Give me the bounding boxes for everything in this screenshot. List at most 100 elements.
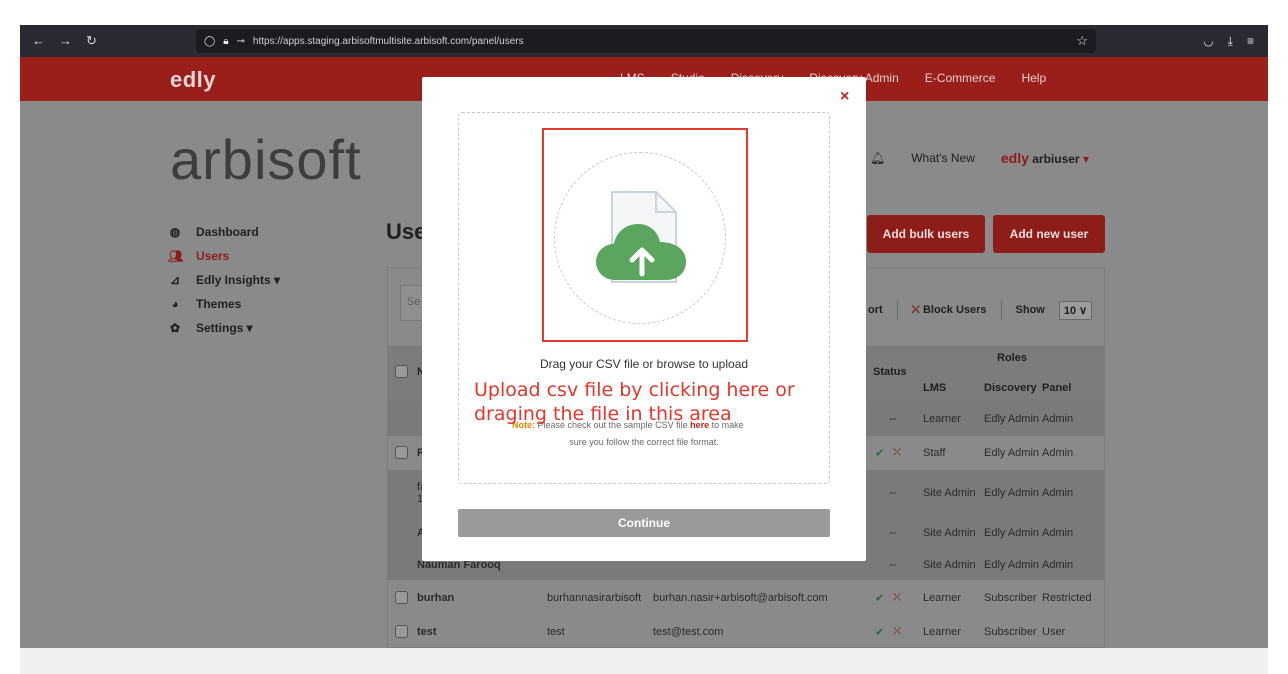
- status-cell: --: [889, 527, 897, 539]
- column-header-lms: LMS: [923, 382, 947, 394]
- drag-upload-text[interactable]: Drag your CSV file or browse to upload: [458, 357, 830, 371]
- edly-mini-logo: edly: [1000, 150, 1029, 166]
- sidebar-item-users[interactable]: 👥︎ Users: [168, 249, 280, 263]
- block-users-button[interactable]: ⛌ Block Users: [912, 304, 987, 317]
- arbisoft-logo: arbisoft: [170, 128, 362, 191]
- menu-icon[interactable]: ≡: [1247, 34, 1254, 49]
- name-cell[interactable]: burhan: [417, 592, 454, 604]
- panel-role-cell: Admin: [1042, 559, 1074, 571]
- status-cell: --: [889, 413, 897, 425]
- column-header-discovery: Discovery: [984, 382, 1037, 394]
- block-user-icon: ⛌: [911, 303, 920, 316]
- sidebar-item-settings[interactable]: ✿ Settings ▾: [168, 321, 280, 335]
- discovery-role-cell: Subscriber: [984, 625, 1037, 638]
- username-cell: burhannasirarbisoft: [547, 592, 642, 604]
- reload-icon[interactable]: ↻: [86, 33, 97, 49]
- add-bulk-users-button[interactable]: Add bulk users: [867, 215, 985, 253]
- username: arbiuser: [1032, 152, 1080, 166]
- address-bar[interactable]: ◯ 🔒︎ ⊸ https://apps.staging.arbisoftmult…: [196, 29, 1096, 53]
- row-checkbox[interactable]: [395, 625, 408, 638]
- column-header-status: Status: [873, 366, 907, 378]
- pocket-icon[interactable]: ◡: [1203, 34, 1213, 49]
- toolbar-divider: [1000, 300, 1002, 320]
- annotation-text: Upload csv file by clicking here or drag…: [474, 378, 795, 426]
- panel-role-cell: Admin: [1042, 527, 1074, 539]
- browser-toolbar: ← → ↻ ◯ 🔒︎ ⊸ https://apps.staging.arbiso…: [20, 25, 1268, 57]
- continue-button[interactable]: Continue: [458, 509, 830, 537]
- lms-role-cell: Learner: [923, 413, 961, 425]
- name-cell[interactable]: test: [417, 626, 437, 638]
- page-size-select[interactable]: 10 ∨: [1058, 300, 1093, 320]
- sidebar-item-label: Themes: [196, 297, 242, 311]
- close-icon[interactable]: ×: [840, 88, 849, 106]
- sidebar-item-themes[interactable]: ◕ Themes: [168, 297, 280, 311]
- add-new-user-button[interactable]: Add new user: [993, 215, 1105, 253]
- show-label: Show: [1015, 304, 1045, 316]
- annotation-line-1: Upload csv file by clicking here or: [474, 379, 795, 401]
- discovery-role-cell: Subscriber: [984, 592, 1037, 604]
- panel-role-cell: Admin: [1042, 487, 1074, 499]
- active-status-icon: ✔: [875, 592, 885, 605]
- toolbar-divider: [896, 300, 898, 320]
- status-cell: --: [889, 487, 897, 499]
- panel-role-cell: Admin: [1042, 413, 1074, 425]
- sidebar: ◍ Dashboard 👥︎ Users ⊿ Edly Insights ▾ ◕…: [168, 225, 280, 335]
- page-footer-strip: [20, 648, 1268, 674]
- username-cell: test: [547, 625, 565, 638]
- sidebar-item-label: Settings ▾: [196, 321, 253, 335]
- active-status-icon: ✔: [875, 447, 885, 460]
- email-cell: test@test.com: [653, 625, 724, 638]
- panel-role-cell: Admin: [1042, 447, 1074, 459]
- email-cell: burhan.nasir+arbisoft@arbisoft.com: [653, 592, 828, 604]
- bookmark-star-icon[interactable]: ☆: [1076, 33, 1088, 49]
- lock-icon: 🔒︎: [223, 35, 229, 47]
- discovery-role-cell: Edly Admin: [984, 447, 1040, 459]
- sidebar-item-dashboard[interactable]: ◍ Dashboard: [168, 225, 280, 239]
- page-title: Use: [386, 219, 427, 244]
- bell-icon[interactable]: 🔔︎: [870, 151, 885, 165]
- discovery-role-cell: Edly Admin: [984, 559, 1040, 571]
- panel-role-cell: User: [1042, 625, 1066, 638]
- discovery-role-cell: Edly Admin: [984, 413, 1040, 425]
- sidebar-item-edly-insights[interactable]: ⊿ Edly Insights ▾: [168, 273, 280, 287]
- edly-logo[interactable]: edly: [170, 67, 216, 93]
- export-button[interactable]: ort: [868, 304, 883, 316]
- column-header-panel: Panel: [1042, 382, 1072, 394]
- select-all-checkbox[interactable]: [395, 365, 408, 378]
- panel-role-cell: Restricted: [1042, 592, 1092, 604]
- discovery-role-cell: Edly Admin: [984, 527, 1040, 539]
- status-cell: --: [889, 559, 897, 571]
- row-checkbox[interactable]: [395, 446, 408, 459]
- lms-role-cell: Learner: [923, 592, 961, 604]
- sample-csv-note-line2: sure you follow the correct file format.: [569, 437, 719, 447]
- whats-new-link[interactable]: What's New: [911, 151, 975, 165]
- nav-link-ecommerce[interactable]: E-Commerce: [925, 71, 996, 85]
- block-users-label: Block Users: [922, 303, 987, 316]
- url-text: https://apps.staging.arbisoftmultisite.a…: [252, 35, 524, 47]
- users-icon: 👥︎: [168, 249, 184, 263]
- table-row[interactable]: burhan burhannasirarbisoft burhan.nasir+…: [387, 582, 1105, 614]
- back-icon[interactable]: ←: [32, 33, 45, 49]
- column-header-roles: Roles: [997, 352, 1027, 364]
- lms-role-cell: Staff: [923, 447, 946, 459]
- forward-icon[interactable]: →: [59, 33, 72, 49]
- browser-right-icons: ◡ ⤓ ≡: [1203, 34, 1268, 49]
- block-user-icon[interactable]: ⛌: [893, 625, 901, 638]
- download-icon[interactable]: ⤓: [1228, 34, 1233, 49]
- block-user-icon[interactable]: ⛌: [893, 447, 901, 460]
- caret-down-icon: ▾: [1082, 152, 1089, 166]
- table-row[interactable]: test test test@test.com ✔ ⛌ Learner Subs…: [387, 615, 1105, 648]
- row-checkbox[interactable]: [395, 591, 408, 604]
- shield-icon: ◯: [204, 35, 216, 47]
- nav-link-help[interactable]: Help: [1021, 71, 1046, 85]
- lms-role-cell: Learner: [923, 625, 961, 638]
- user-menu[interactable]: edly arbiuser ▾: [1001, 150, 1089, 166]
- key-icon: ⊸: [236, 35, 245, 47]
- sidebar-item-label: Dashboard: [196, 225, 259, 239]
- dashboard-icon: ◍: [169, 225, 181, 239]
- active-status-icon: ✔: [875, 626, 885, 638]
- lms-role-cell: Site Admin: [923, 487, 976, 499]
- annotation-line-2: draging the file in this area: [474, 403, 732, 425]
- block-user-icon[interactable]: ⛌: [893, 592, 901, 605]
- table-toolbar: ort ⛌ Block Users Show 10 ∨: [868, 300, 1093, 320]
